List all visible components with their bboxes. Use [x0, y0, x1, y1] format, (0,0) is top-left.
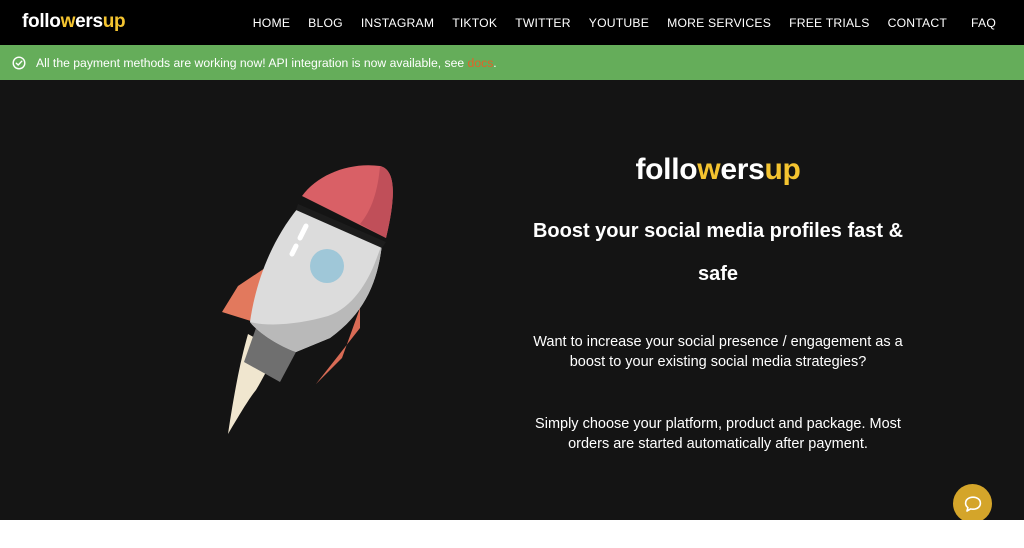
- rocket-illustration: [222, 165, 393, 434]
- paragraph-1-line-1: Want to increase your social presence / …: [533, 334, 903, 350]
- nav-youtube[interactable]: YOUTUBE: [589, 16, 649, 30]
- check-circle-icon: [12, 55, 26, 70]
- docs-link[interactable]: docs: [468, 56, 494, 70]
- nav-free-trials[interactable]: FREE TRIALS: [789, 16, 870, 30]
- nav-more-services[interactable]: MORE SERVICES: [667, 16, 771, 30]
- paragraph-1-line-2: boost to your existing social media stra…: [569, 354, 867, 370]
- nav-contact[interactable]: CONTACT: [888, 16, 947, 30]
- brand-text-3: ers: [720, 153, 765, 186]
- nav-twitter[interactable]: TWITTER: [515, 16, 571, 30]
- hero-section: followersup Boost your social media prof…: [0, 80, 1024, 520]
- notice-text-wrap: All the payment methods are working now!…: [36, 56, 497, 70]
- hero-paragraph-2: Simply choose your platform, product and…: [518, 414, 918, 454]
- hero-brand: followersup: [518, 152, 918, 188]
- brand-text-4: up: [764, 153, 801, 186]
- page: followersup HOME BLOG INSTAGRAM TIKTOK T…: [0, 0, 1024, 548]
- nav-instagram[interactable]: INSTAGRAM: [361, 16, 434, 30]
- headline-line-1: Boost your social media profiles fast &: [532, 220, 904, 242]
- notice-suffix: .: [493, 55, 497, 70]
- chat-button[interactable]: [953, 484, 992, 523]
- paragraph-2-line-2: orders are started automatically after p…: [568, 436, 868, 452]
- hero-headline: Boost your social media profiles fast & …: [518, 210, 918, 296]
- notice-text: All the payment methods are working now!…: [36, 55, 468, 70]
- nav-tiktok[interactable]: TIKTOK: [452, 16, 497, 30]
- bottom-white-section: [0, 520, 1024, 548]
- logo-text-3: ers: [75, 11, 103, 32]
- logo-text-4: up: [102, 11, 126, 32]
- brand-text-2: w: [697, 153, 721, 186]
- logo-text-1: follo: [22, 11, 61, 32]
- hero-paragraph-1: Want to increase your social presence / …: [518, 332, 918, 372]
- nav-blog[interactable]: BLOG: [308, 16, 343, 30]
- brand-text-1: follo: [635, 153, 698, 186]
- nav-faq[interactable]: FAQ: [971, 16, 996, 30]
- notice-banner: All the payment methods are working now!…: [0, 45, 1024, 80]
- headline-line-2: safe: [697, 263, 739, 285]
- logo-text-2: w: [60, 11, 76, 32]
- chat-bubble-icon: [964, 495, 981, 512]
- main-nav: HOME BLOG INSTAGRAM TIKTOK TWITTER YOUTU…: [253, 0, 996, 45]
- paragraph-2-line-1: Simply choose your platform, product and…: [535, 416, 901, 432]
- top-navigation-bar: followersup HOME BLOG INSTAGRAM TIKTOK T…: [0, 0, 1024, 45]
- nav-home[interactable]: HOME: [253, 16, 290, 30]
- site-logo[interactable]: followersup: [22, 10, 126, 34]
